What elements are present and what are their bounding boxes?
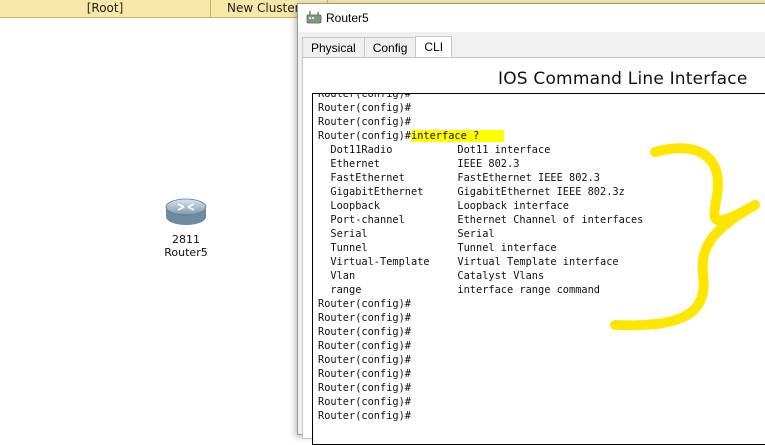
cli-tab-panel: IOS Command Line Interface Router(config…	[302, 57, 765, 445]
help-description: Catalyst Vlans	[457, 270, 545, 282]
help-description: FastEthernet IEEE 802.3	[457, 172, 600, 184]
highlight-tail	[479, 130, 505, 142]
terminal-line: Router(config)#	[318, 340, 411, 352]
terminal-line: Router(config)#	[318, 298, 411, 310]
help-keyword: Ethernet	[330, 158, 381, 170]
help-row-ethernet: Ethernet IEEE 802.3	[318, 157, 643, 171]
help-keyword: GigabitEthernet	[330, 186, 424, 198]
help-row-vlan: Vlan Catalyst Vlans	[318, 269, 643, 283]
router-icon	[165, 198, 207, 225]
tab-config[interactable]: Config	[363, 37, 417, 58]
terminal-line: Router(config)#	[318, 93, 411, 100]
tab-physical[interactable]: Physical	[302, 37, 365, 58]
logical-workspace[interactable]	[0, 18, 300, 428]
help-description: Virtual Template interface	[457, 256, 619, 268]
highlighted-command: interface ?	[411, 130, 480, 142]
help-keyword: Virtual-Template	[330, 256, 430, 268]
router-config-window: Router5 Physical Config CLI IOS Command Li…	[297, 3, 765, 445]
terminal-line: Router(config)#	[318, 354, 411, 366]
help-row-port-channel: Port-channel Ethernet Channel of interfac…	[318, 213, 643, 227]
help-keyword: Loopback	[330, 200, 381, 212]
terminal-output: Router(config)# Router(config)# Router(c…	[318, 93, 643, 423]
help-description: IEEE 802.3	[457, 158, 520, 170]
help-description: interface range command	[457, 284, 600, 296]
terminal-line: Router(config)#	[318, 312, 411, 324]
terminal-line: Router(config)#	[318, 382, 411, 394]
help-description: Ethernet Channel of interfaces	[457, 214, 644, 226]
help-description: Loopback interface	[457, 200, 569, 212]
help-row-serial: Serial Serial	[318, 227, 643, 241]
help-row-fastethernet: FastEthernet FastEthernet IEEE 802.3	[318, 171, 643, 185]
help-row-loopback: Loopback Loopback interface	[318, 199, 643, 213]
tab-cli[interactable]: CLI	[415, 36, 453, 59]
terminal-prompt: Router(config)#	[318, 130, 411, 142]
window-title: Router5	[326, 11, 369, 25]
help-description: Serial	[457, 228, 495, 240]
terminal-line: Router(config)#	[318, 102, 411, 114]
help-description: GigabitEthernet IEEE 802.3z	[457, 186, 625, 198]
help-keyword: Vlan	[330, 270, 356, 282]
prompt-lines: Router(config)# Router(config)# Router(con…	[318, 297, 643, 423]
help-keyword: Tunnel	[330, 242, 368, 254]
help-keyword: Dot11Radio	[330, 144, 393, 156]
help-output: Dot11Radio Dot11 interface Ethernet IEEE 8…	[318, 143, 643, 297]
cli-terminal[interactable]: Router(config)# Router(config)# Router(c…	[312, 93, 765, 445]
device-model-label: 2811	[172, 233, 200, 246]
device-name-label: Router5	[164, 246, 208, 259]
terminal-command-line: Router(config)#interface ?	[318, 129, 643, 143]
terminal-line: Router(config)#	[318, 326, 411, 338]
help-keyword: range	[330, 284, 362, 296]
help-description: Dot11 interface	[457, 144, 551, 156]
help-keyword: Serial	[330, 228, 368, 240]
terminal-line: Router(config)#	[318, 410, 411, 422]
router-window-icon	[306, 11, 322, 24]
help-description: Tunnel interface	[457, 242, 557, 254]
help-row-gigabitethernet: GigabitEthernet GigabitEthernet IEEE 802.…	[318, 185, 643, 199]
help-row-tunnel: Tunnel Tunnel interface	[318, 241, 643, 255]
breadcrumb-root[interactable]: [Root]	[0, 0, 211, 17]
help-row-dot11radio: Dot11Radio Dot11 interface	[318, 143, 643, 157]
help-row-range: range interface range command	[318, 283, 643, 297]
help-row-virtual-template: Virtual-Template Virtual Template interfa…	[318, 255, 643, 269]
router-device[interactable]: 2811 Router5	[158, 195, 214, 259]
help-keyword: FastEthernet	[330, 172, 405, 184]
terminal-line: Router(config)#	[318, 396, 411, 408]
window-tabs: Physical Config CLI	[302, 35, 453, 59]
terminal-line: Router(config)#	[318, 116, 411, 128]
terminal-line: Router(config)#	[318, 368, 411, 380]
panel-heading: IOS Command Line Interface	[498, 69, 748, 89]
help-keyword: Port-channel	[330, 214, 405, 226]
window-titlebar[interactable]: Router5	[298, 4, 765, 32]
